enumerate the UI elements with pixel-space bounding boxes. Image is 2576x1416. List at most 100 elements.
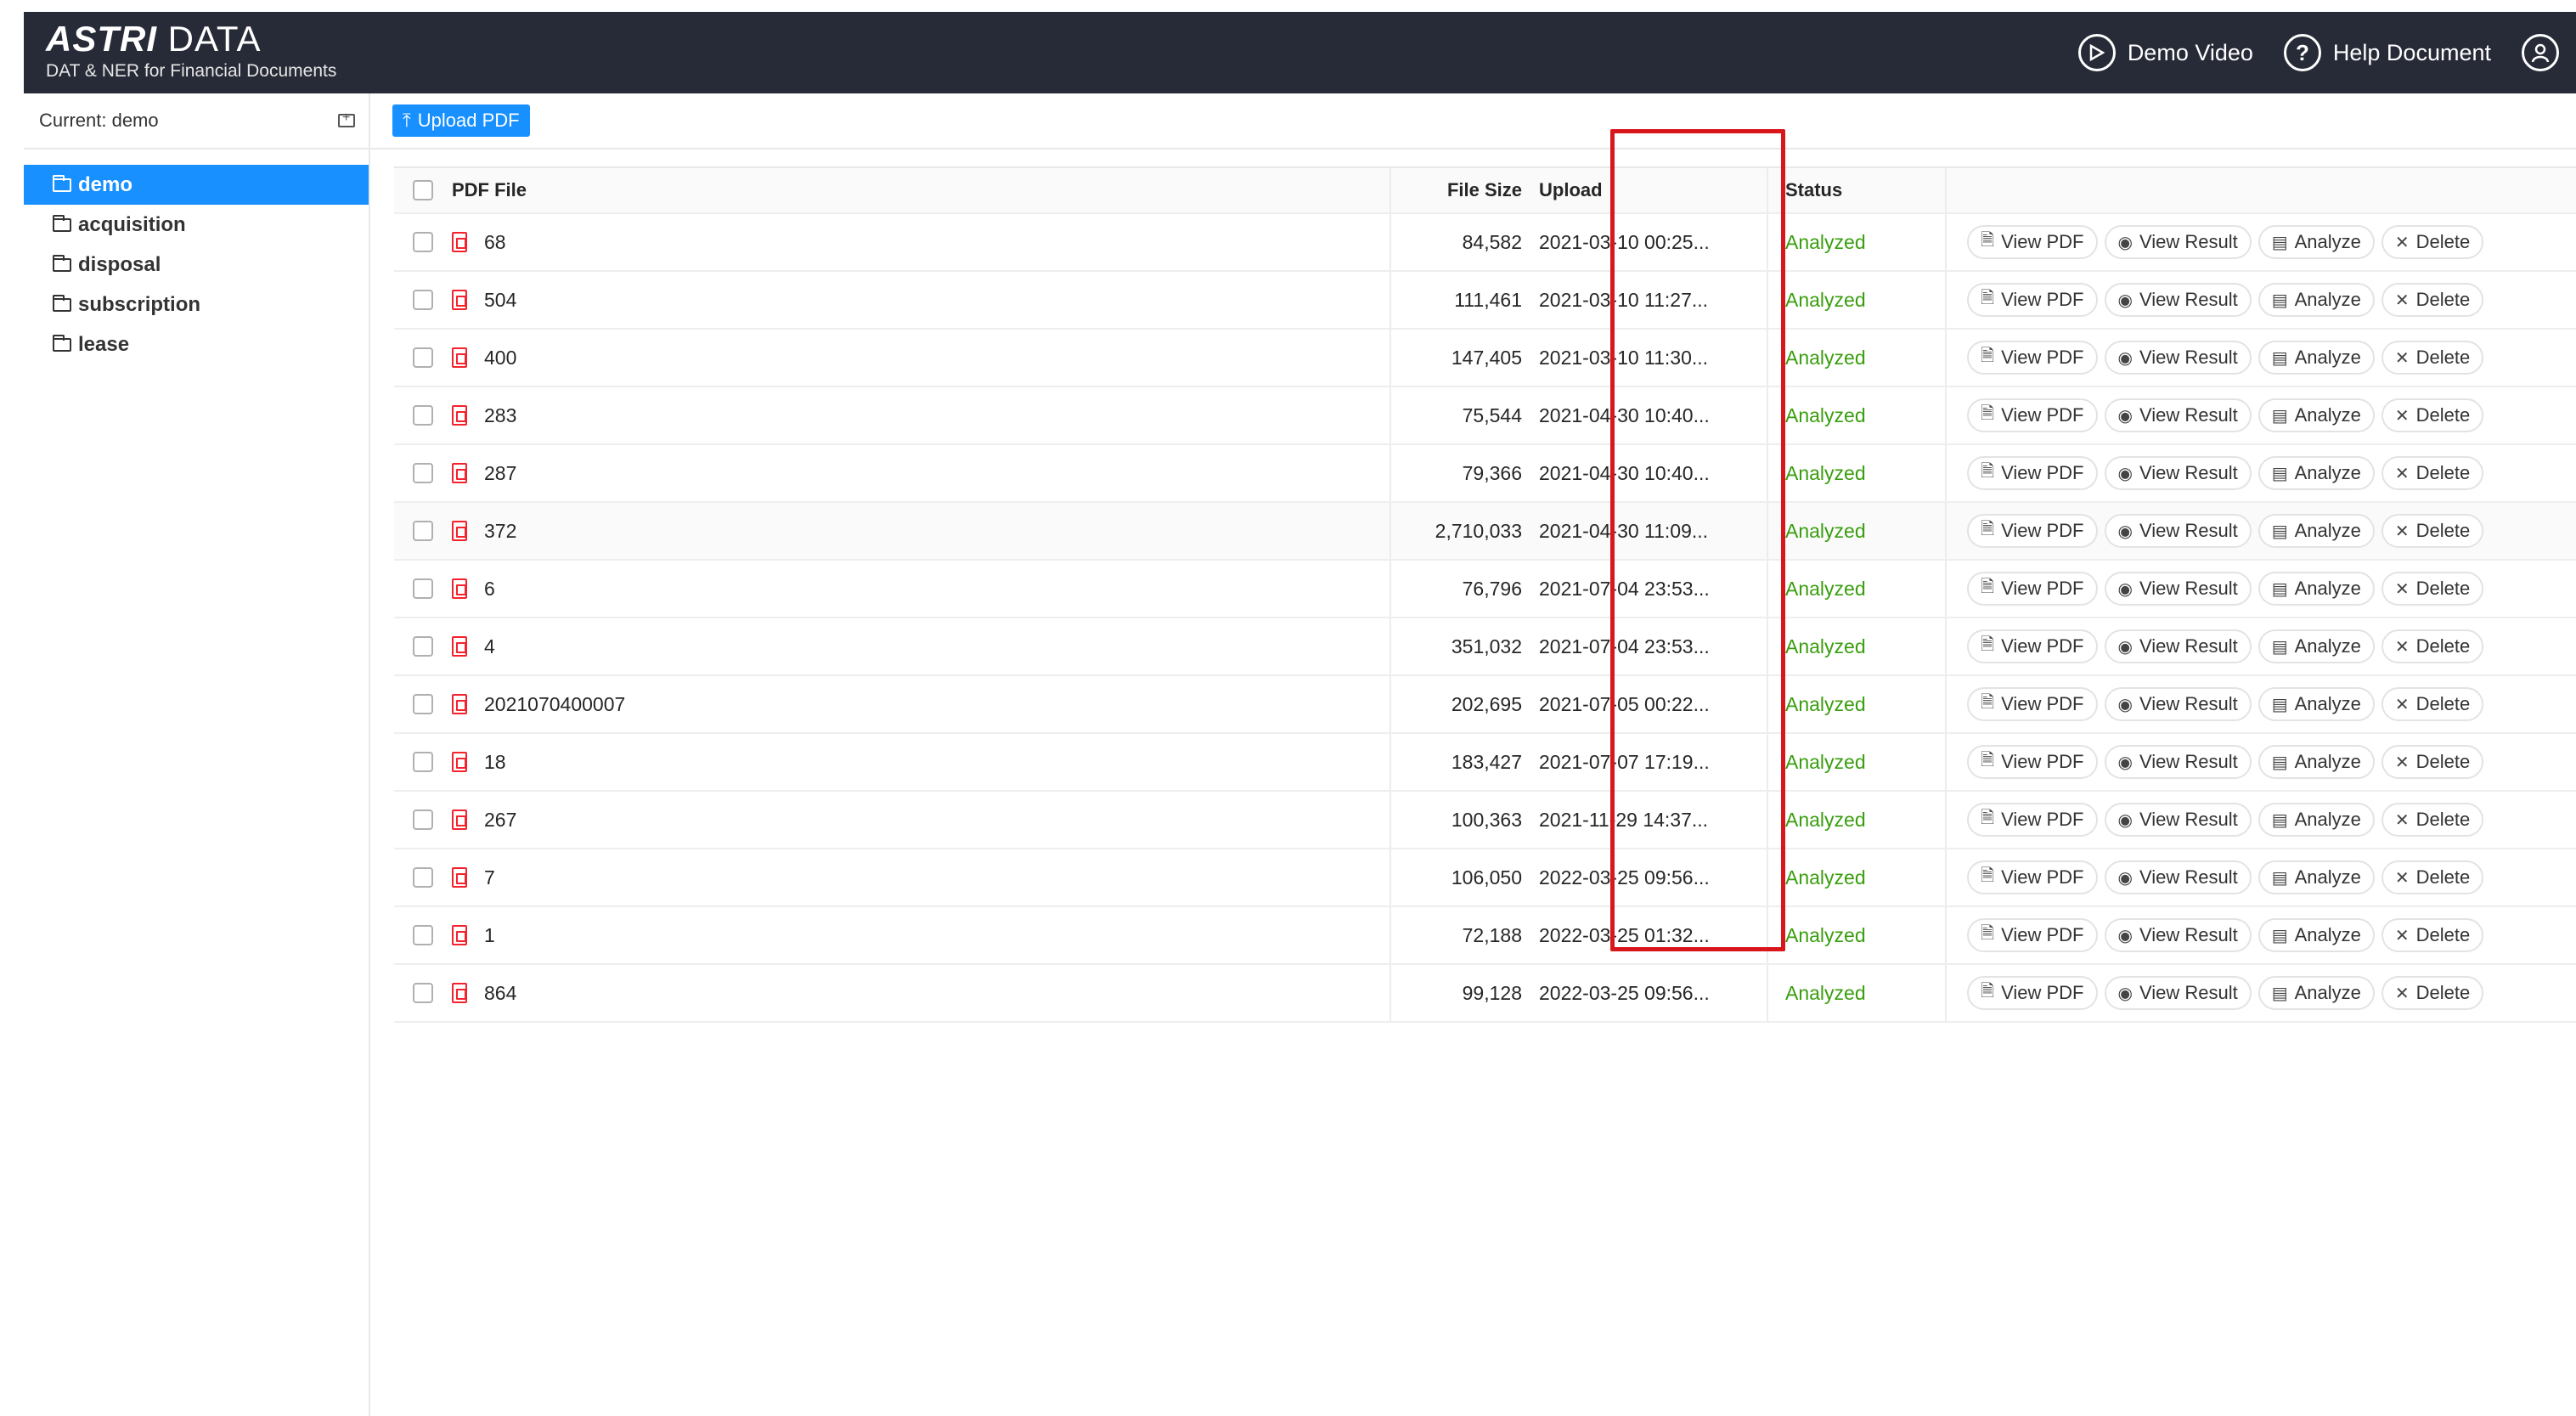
delete-label: Delete [2415, 404, 2471, 426]
view-pdf-label: View PDF [2001, 404, 2084, 426]
delete-button[interactable]: ✕ Delete [2381, 687, 2484, 721]
view-pdf-button[interactable]: 🗎 View PDF [1967, 514, 2098, 548]
row-checkbox[interactable] [413, 867, 433, 888]
file-size: 99,128 [1462, 981, 1522, 1004]
folder-item[interactable]: acquisition [24, 205, 369, 245]
row-checkbox[interactable] [413, 983, 433, 1003]
delete-button[interactable]: ✕ Delete [2381, 456, 2484, 490]
add-folder-icon[interactable] [338, 110, 355, 127]
row-checkbox[interactable] [413, 694, 433, 714]
help-document-link[interactable]: ? Help Document [2283, 34, 2491, 71]
view-result-button[interactable]: ◉ View Result [2104, 860, 2252, 894]
analyze-button[interactable]: ▤ Analyze [2258, 629, 2375, 663]
row-checkbox[interactable] [413, 521, 433, 541]
view-pdf-button[interactable]: 🗎 View PDF [1967, 341, 2098, 375]
analyze-button[interactable]: ▤ Analyze [2258, 976, 2375, 1010]
file-icon: 🗎 [1981, 231, 1995, 250]
analyze-button[interactable]: ▤ Analyze [2258, 803, 2375, 837]
row-checkbox[interactable] [413, 405, 433, 426]
view-pdf-button[interactable]: 🗎 View PDF [1967, 572, 2098, 606]
user-account-button[interactable] [2522, 34, 2559, 71]
select-all-checkbox[interactable] [413, 180, 433, 200]
demo-video-link[interactable]: Demo Video [2077, 34, 2253, 71]
file-icon: 🗎 [1981, 520, 1995, 539]
view-pdf-button[interactable]: 🗎 View PDF [1967, 629, 2098, 663]
analyze-button[interactable]: ▤ Analyze [2258, 398, 2375, 432]
view-result-button[interactable]: ◉ View Result [2104, 456, 2252, 490]
view-pdf-button[interactable]: 🗎 View PDF [1967, 687, 2098, 721]
analyze-button[interactable]: ▤ Analyze [2258, 918, 2375, 952]
analyze-button[interactable]: ▤ Analyze [2258, 341, 2375, 375]
view-result-button[interactable]: ◉ View Result [2104, 745, 2252, 779]
row-checkbox[interactable] [413, 578, 433, 599]
row-checkbox[interactable] [413, 232, 433, 252]
delete-button[interactable]: ✕ Delete [2381, 803, 2484, 837]
file-size: 111,461 [1454, 288, 1522, 311]
analyze-button[interactable]: ▤ Analyze [2258, 572, 2375, 606]
delete-button[interactable]: ✕ Delete [2381, 283, 2484, 317]
folder-icon [53, 174, 71, 192]
file-cell: 2021070400007 [394, 676, 1391, 732]
folder-item[interactable]: demo [24, 165, 369, 205]
folder-item[interactable]: subscription [24, 285, 369, 324]
delete-button[interactable]: ✕ Delete [2381, 976, 2484, 1010]
view-pdf-button[interactable]: 🗎 View PDF [1967, 398, 2098, 432]
view-pdf-button[interactable]: 🗎 View PDF [1967, 745, 2098, 779]
row-checkbox[interactable] [413, 810, 433, 830]
view-pdf-button[interactable]: 🗎 View PDF [1967, 283, 2098, 317]
view-pdf-button[interactable]: 🗎 View PDF [1967, 976, 2098, 1010]
delete-label: Delete [2415, 635, 2471, 657]
view-pdf-button[interactable]: 🗎 View PDF [1967, 225, 2098, 259]
analyze-button[interactable]: ▤ Analyze [2258, 745, 2375, 779]
upload-pdf-button[interactable]: ⤒ Upload PDF [392, 104, 530, 137]
view-result-button[interactable]: ◉ View Result [2104, 629, 2252, 663]
view-result-button[interactable]: ◉ View Result [2104, 225, 2252, 259]
analyze-button[interactable]: ▤ Analyze [2258, 225, 2375, 259]
delete-button[interactable]: ✕ Delete [2381, 629, 2484, 663]
delete-button[interactable]: ✕ Delete [2381, 745, 2484, 779]
row-checkbox[interactable] [413, 347, 433, 368]
delete-button[interactable]: ✕ Delete [2381, 398, 2484, 432]
analyze-button[interactable]: ▤ Analyze [2258, 687, 2375, 721]
view-result-button[interactable]: ◉ View Result [2104, 283, 2252, 317]
analyze-button[interactable]: ▤ Analyze [2258, 456, 2375, 490]
analyze-button[interactable]: ▤ Analyze [2258, 860, 2375, 894]
row-checkbox[interactable] [413, 290, 433, 310]
view-pdf-button[interactable]: 🗎 View PDF [1967, 456, 2098, 490]
delete-label: Delete [2415, 289, 2471, 310]
delete-button[interactable]: ✕ Delete [2381, 572, 2484, 606]
analyze-icon: ▤ [2271, 406, 2288, 426]
view-result-button[interactable]: ◉ View Result [2104, 398, 2252, 432]
view-pdf-button[interactable]: 🗎 View PDF [1967, 803, 2098, 837]
analyze-button[interactable]: ▤ Analyze [2258, 283, 2375, 317]
view-result-button[interactable]: ◉ View Result [2104, 803, 2252, 837]
table-row: 400 147,405 2021-03-10 11:30... Analyzed 🗎 Vi… [394, 330, 2576, 387]
row-actions: 🗎 View PDF ◉ View Result ▤ Analyze ✕ Delete [1947, 387, 2576, 443]
analyze-button[interactable]: ▤ Analyze [2258, 514, 2375, 548]
delete-button[interactable]: ✕ Delete [2381, 341, 2484, 375]
view-result-button[interactable]: ◉ View Result [2104, 572, 2252, 606]
current-folder-label: Current: demo [39, 110, 159, 131]
row-checkbox[interactable] [413, 752, 433, 772]
row-checkbox[interactable] [413, 636, 433, 657]
view-pdf-button[interactable]: 🗎 View PDF [1967, 860, 2098, 894]
row-checkbox[interactable] [413, 463, 433, 483]
delete-button[interactable]: ✕ Delete [2381, 918, 2484, 952]
view-pdf-label: View PDF [2001, 982, 2084, 1003]
folder-item[interactable]: disposal [24, 245, 369, 285]
file-name: 18 [484, 750, 506, 773]
folder-item[interactable]: lease [24, 324, 369, 364]
view-result-button[interactable]: ◉ View Result [2104, 687, 2252, 721]
row-checkbox[interactable] [413, 925, 433, 945]
view-result-button[interactable]: ◉ View Result [2104, 976, 2252, 1010]
file-name: 504 [484, 288, 517, 311]
delete-button[interactable]: ✕ Delete [2381, 225, 2484, 259]
file-size: 79,366 [1462, 461, 1522, 484]
view-result-button[interactable]: ◉ View Result [2104, 514, 2252, 548]
view-result-button[interactable]: ◉ View Result [2104, 918, 2252, 952]
view-result-button[interactable]: ◉ View Result [2104, 341, 2252, 375]
delete-button[interactable]: ✕ Delete [2381, 860, 2484, 894]
view-pdf-button[interactable]: 🗎 View PDF [1967, 918, 2098, 952]
delete-button[interactable]: ✕ Delete [2381, 514, 2484, 548]
status-text: Analyzed [1768, 734, 1947, 790]
